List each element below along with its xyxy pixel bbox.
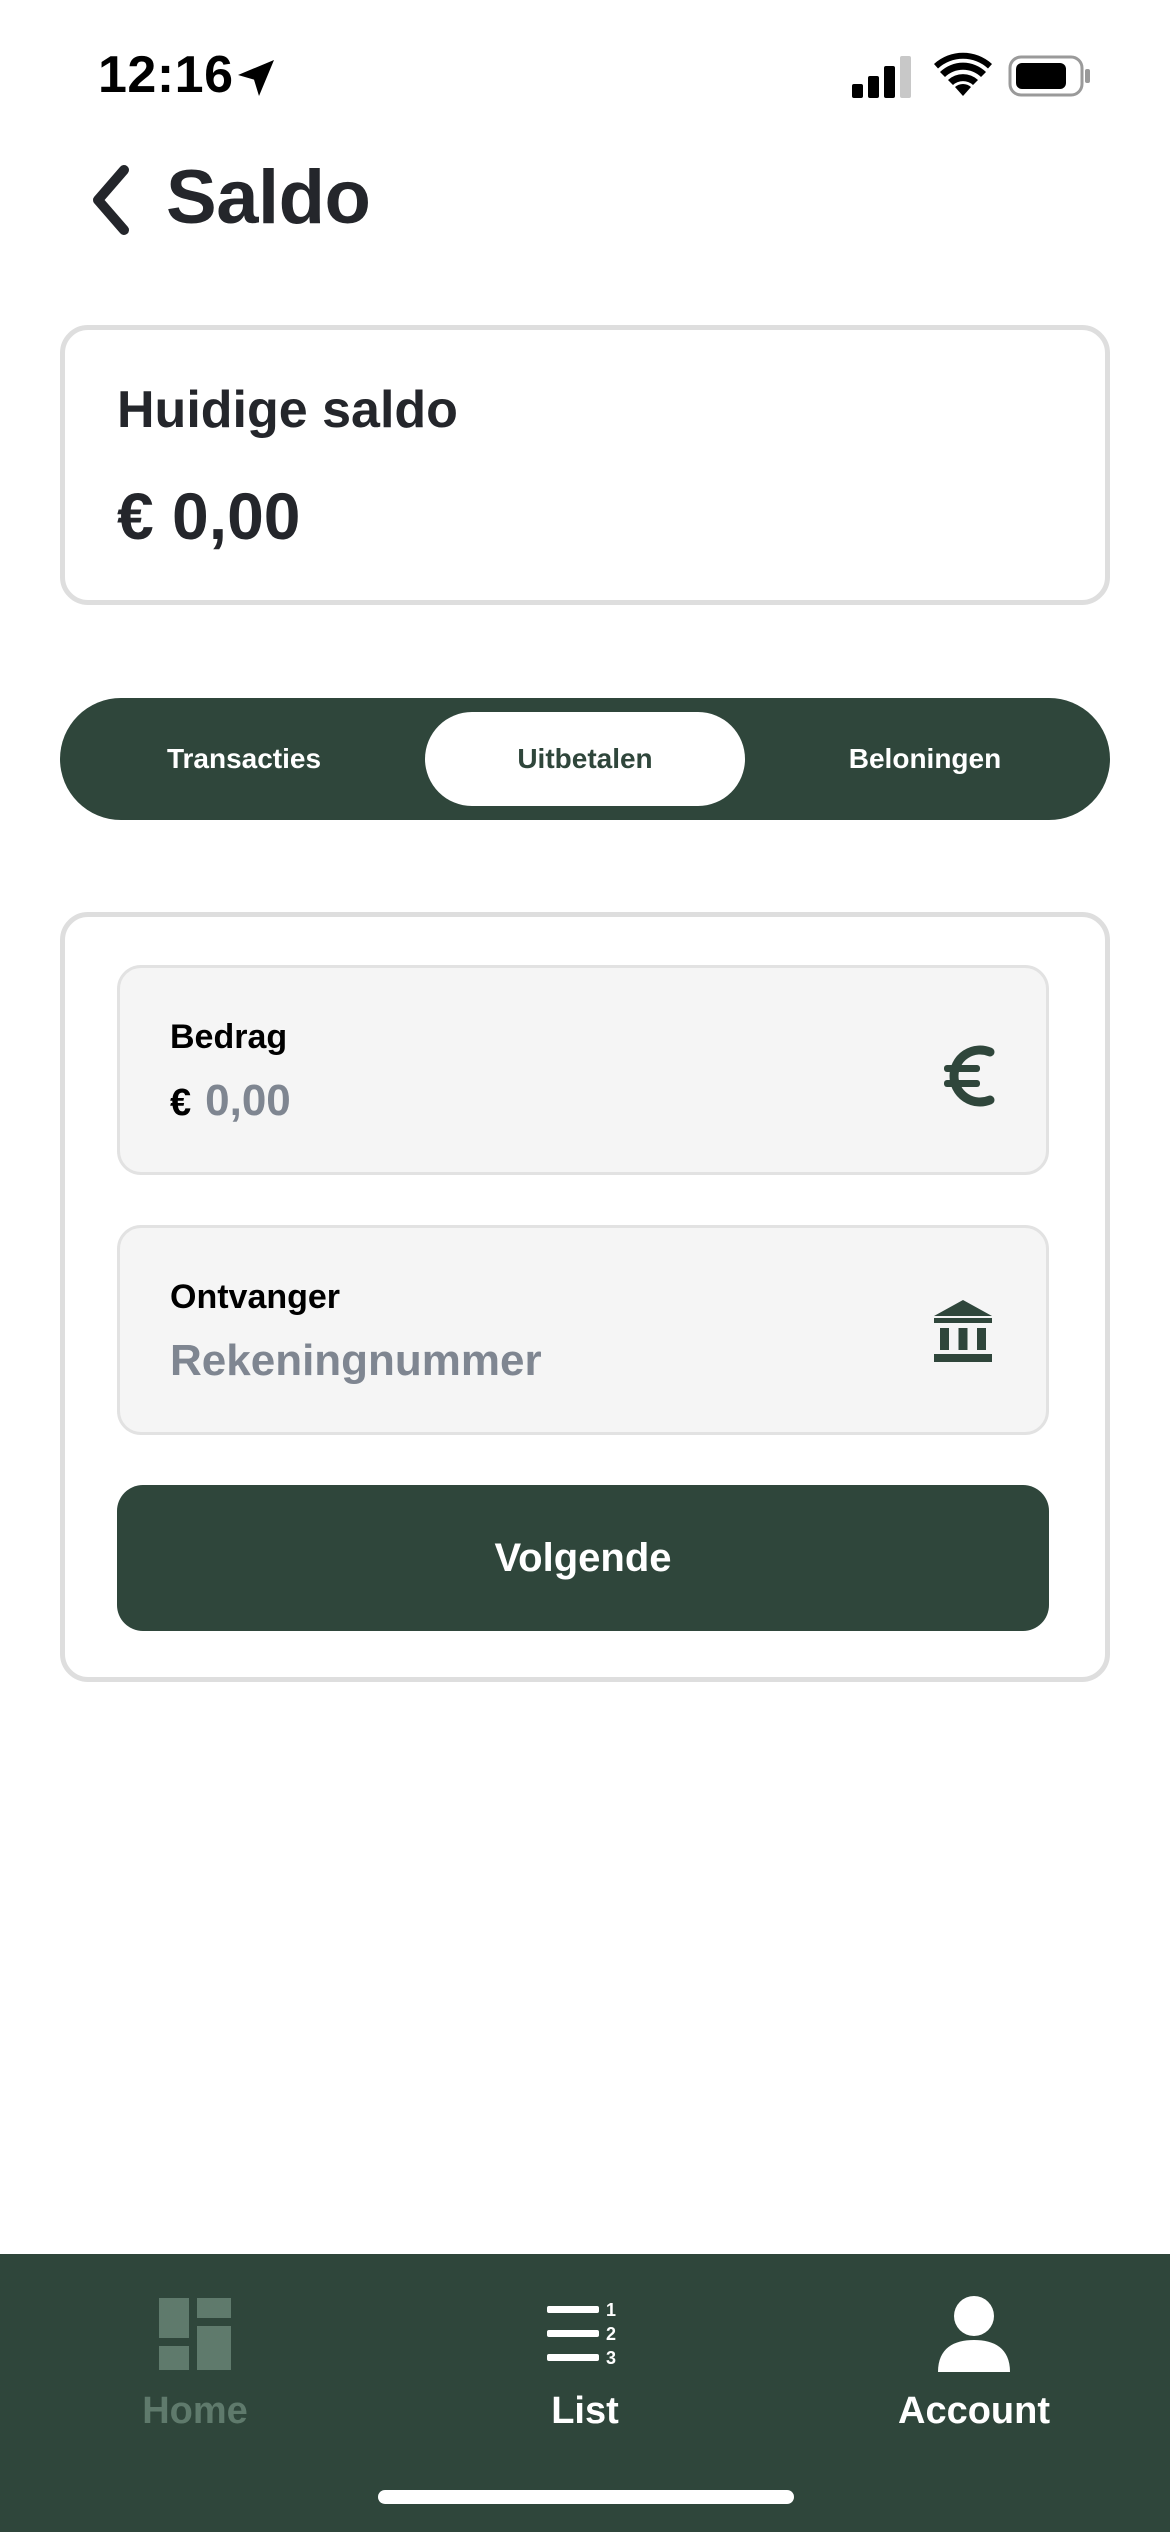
tab-uitbetalen[interactable]: Uitbetalen xyxy=(425,712,745,806)
segmented-tabs: Transacties Uitbetalen Beloningen xyxy=(60,698,1110,820)
svg-text:2: 2 xyxy=(606,2324,616,2344)
balance-value: € 0,00 xyxy=(117,479,301,553)
amount-label: Bedrag xyxy=(170,1018,288,1056)
account-number-input[interactable] xyxy=(170,1336,930,1386)
saldo-screen: 12:16 Saldo Huidige saldo € 0,00 Transac… xyxy=(0,0,1170,2532)
amount-value-row: € xyxy=(170,1076,806,1126)
status-time: 12:16 xyxy=(98,46,234,104)
nav-label-home: Home xyxy=(142,2390,248,2432)
balance-label: Huidige saldo xyxy=(117,381,458,439)
svg-text:1: 1 xyxy=(606,2300,616,2320)
home-indicator xyxy=(378,2490,794,2504)
cellular-signal-icon xyxy=(852,56,911,98)
header: Saldo xyxy=(0,150,1170,300)
amount-field[interactable]: Bedrag € xyxy=(117,965,1049,1175)
tab-beloningen[interactable]: Beloningen xyxy=(765,712,1085,806)
status-bar: 12:16 xyxy=(0,0,1170,150)
bank-icon xyxy=(934,1300,992,1362)
battery-icon xyxy=(1008,55,1090,97)
recipient-label: Ontvanger xyxy=(170,1278,341,1316)
wifi-icon xyxy=(934,52,992,96)
nav-label-list: List xyxy=(551,2390,619,2432)
page-title: Saldo xyxy=(166,155,371,240)
user-icon xyxy=(938,2296,1010,2372)
nav-item-home[interactable]: Home xyxy=(45,2294,345,2444)
payout-form-card: Bedrag € Ontvanger xyxy=(60,912,1110,1682)
euro-icon xyxy=(944,1045,995,1107)
location-arrow-icon xyxy=(238,60,274,96)
nav-label-account: Account xyxy=(898,2390,1050,2432)
next-button[interactable]: Volgende xyxy=(117,1485,1049,1631)
nav-item-list[interactable]: 1 2 3 List xyxy=(435,2294,735,2444)
chevron-left-icon[interactable] xyxy=(82,160,142,240)
recipient-field[interactable]: Ontvanger xyxy=(117,1225,1049,1435)
svg-text:3: 3 xyxy=(606,2348,616,2368)
amount-currency: € xyxy=(170,1082,192,1124)
nav-item-account[interactable]: Account xyxy=(824,2294,1124,2444)
balance-card: Huidige saldo € 0,00 xyxy=(60,325,1110,605)
amount-input[interactable] xyxy=(205,1076,806,1126)
recipient-value-row xyxy=(170,1336,930,1386)
numbered-list-icon: 1 2 3 xyxy=(547,2300,616,2368)
tab-transacties[interactable]: Transacties xyxy=(84,712,404,806)
dashboard-grid-icon xyxy=(159,2298,231,2370)
